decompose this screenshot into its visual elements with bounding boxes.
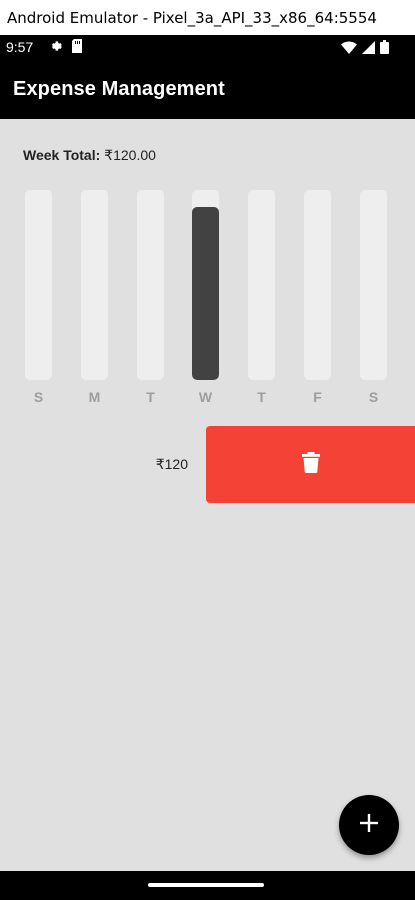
chart-day-label: S	[368, 389, 379, 405]
chart-day-label: W	[198, 389, 213, 405]
add-expense-button[interactable]	[339, 795, 399, 855]
status-bar: 9:57	[0, 35, 415, 59]
chart-bar-track	[304, 190, 331, 380]
trash-icon	[301, 451, 320, 478]
weekly-bar-chart: SMTWTFS	[0, 190, 415, 410]
main-content: Week Total: ₹120.00 S M T W T F S ₹120	[0, 119, 415, 871]
page-title: Expense Management	[13, 77, 225, 100]
chart-day-label: T	[257, 389, 266, 405]
wifi-icon	[341, 40, 357, 57]
window-title-text: Android Emulator - Pixel_3a_API_33_x86_6…	[7, 8, 377, 27]
expense-list-item[interactable]: ₹120	[0, 426, 415, 503]
expense-amount: ₹120	[155, 456, 188, 472]
chart-bar-track	[248, 190, 275, 380]
sd-card-icon	[71, 38, 83, 56]
system-navigation-bar	[0, 871, 415, 900]
chart-bar-fill	[192, 207, 219, 380]
delete-swipe-action[interactable]	[206, 426, 415, 503]
signal-icon	[362, 40, 375, 57]
battery-icon	[380, 40, 389, 57]
chart-day-label: M	[88, 389, 101, 405]
week-total-value: ₹120.00	[104, 147, 156, 163]
emulator-window-title: Android Emulator - Pixel_3a_API_33_x86_6…	[0, 0, 415, 35]
status-time: 9:57	[6, 39, 34, 55]
plus-icon	[360, 813, 378, 837]
chart-day-label: S	[33, 389, 44, 405]
chart-day-label: F	[313, 389, 322, 405]
chart-bar-track	[360, 190, 387, 380]
app-bar: Expense Management	[0, 59, 415, 119]
chart-bar-track	[25, 190, 52, 380]
chart-bar-track	[137, 190, 164, 380]
home-gesture-handle[interactable]	[148, 883, 264, 887]
chart-bar-track	[81, 190, 108, 380]
chart-day-label: T	[146, 389, 155, 405]
week-total: Week Total: ₹120.00	[23, 147, 156, 164]
settings-icon	[49, 39, 63, 56]
week-total-label: Week Total:	[23, 147, 101, 163]
phone-screen: 9:57 Expense Management Week Total: ₹120…	[0, 35, 415, 900]
chart-bar-track	[192, 190, 219, 380]
